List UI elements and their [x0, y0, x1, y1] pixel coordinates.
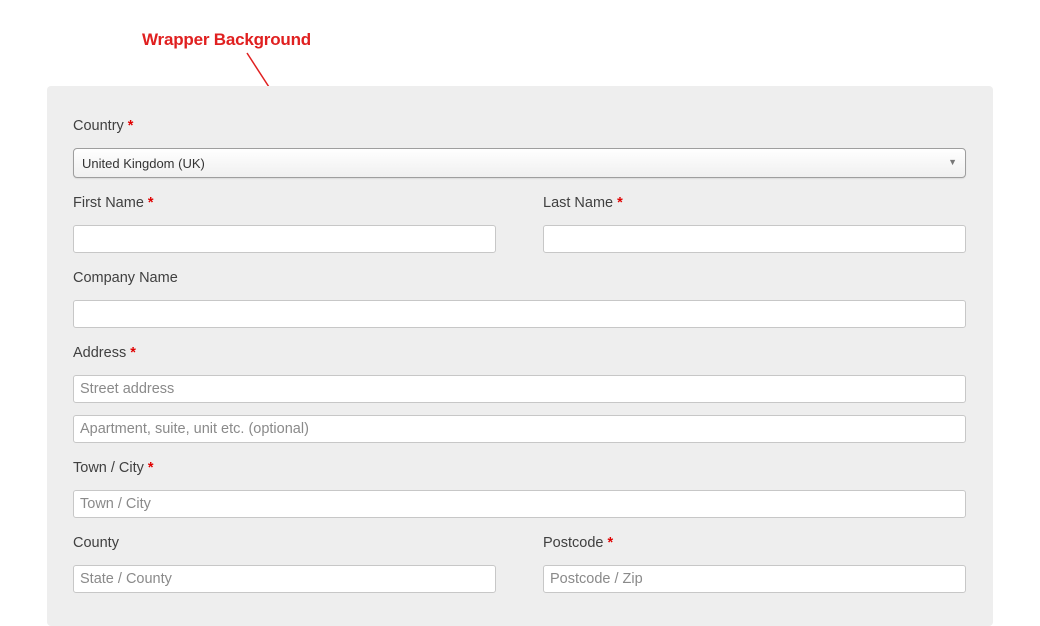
county-label: County — [73, 535, 119, 551]
first-name-input[interactable] — [73, 225, 496, 253]
apartment-input[interactable] — [73, 415, 966, 443]
chevron-down-icon: ▼ — [948, 157, 957, 167]
country-select[interactable]: United Kingdom (UK) ▼ — [73, 148, 966, 178]
company-name-label: Company Name — [73, 270, 178, 286]
street-address-input[interactable] — [73, 375, 966, 403]
last-name-input[interactable] — [543, 225, 966, 253]
postcode-input[interactable] — [543, 565, 966, 593]
country-label: Country * — [73, 118, 134, 134]
last-name-label: Last Name * — [543, 195, 623, 211]
town-city-input[interactable] — [73, 490, 966, 518]
county-input[interactable] — [73, 565, 496, 593]
first-name-label: First Name * — [73, 195, 154, 211]
company-name-input[interactable] — [73, 300, 966, 328]
postcode-label: Postcode * — [543, 535, 614, 551]
address-label: Address * — [73, 345, 136, 361]
country-selected-value: United Kingdom (UK) — [82, 156, 205, 171]
annotation-label: Wrapper Background — [142, 30, 311, 49]
town-city-label: Town / City * — [73, 460, 154, 476]
